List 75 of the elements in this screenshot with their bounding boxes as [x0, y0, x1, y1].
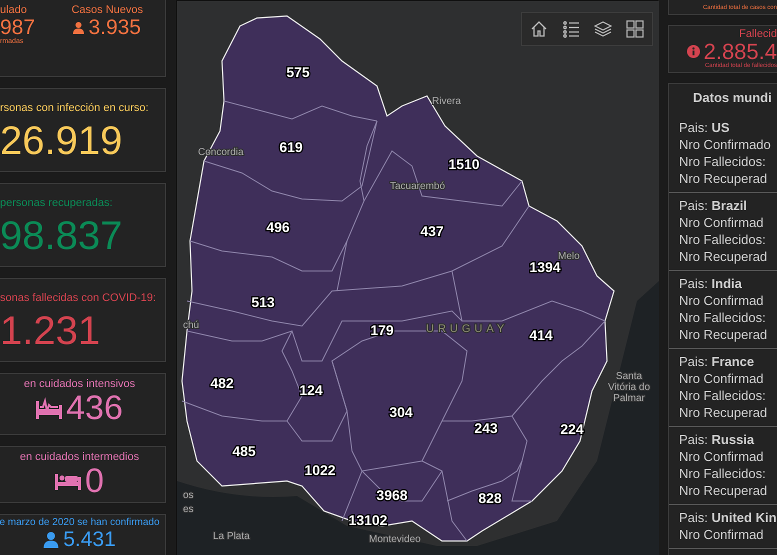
person-icon	[73, 22, 84, 34]
stat-line: Nro Confirmad	[679, 292, 765, 310]
case-count-label: 482	[210, 375, 234, 391]
country-name: Pais: Brazil	[679, 197, 748, 214]
stat-line: Nro Recuperad	[679, 248, 768, 266]
case-count-label: 575	[286, 64, 310, 80]
stat-line: Nro Recuperad	[679, 326, 768, 344]
stat-title: Fallecid	[739, 28, 777, 40]
home-icon[interactable]	[530, 20, 548, 38]
stat-line: Nro Confirmad	[679, 214, 765, 232]
bed-icon	[55, 472, 82, 490]
case-count-label: 437	[420, 223, 444, 239]
place-label: os	[183, 490, 194, 501]
stat-line: Nro Fallecidos:	[679, 153, 767, 170]
stat-title: en cuidados intermedios	[20, 450, 140, 464]
place-label: Melo	[558, 251, 580, 262]
case-count-label: 1022	[304, 462, 336, 478]
country-name: Pais: US	[679, 119, 731, 136]
info-icon	[686, 45, 700, 58]
stat-line: Nro Confirmad	[679, 448, 765, 466]
case-count-label: 513	[251, 294, 275, 310]
stat-title: rsonas con infección en curso:	[0, 101, 150, 116]
stat-title: e marzo de 2020 se han confirmado	[0, 516, 160, 529]
place-label: es	[183, 504, 194, 515]
place-label: Santa Vitória do Palmar	[608, 371, 650, 404]
stat-title: ulado	[0, 3, 28, 18]
stat-value: 5.431	[63, 529, 116, 550]
country-name: Pais: India	[679, 275, 743, 292]
case-count-label: 1394	[529, 259, 561, 275]
place-label: Montevideo	[369, 534, 421, 545]
country-name: Pais: Russia	[679, 431, 756, 448]
place-label: Rivera	[432, 96, 461, 107]
country-name: Pais: France	[679, 353, 756, 370]
stat-value: 1.231	[0, 311, 102, 352]
case-count-label: 619	[279, 139, 303, 155]
place-label: La Plata	[213, 531, 250, 542]
stat-value: 98.837	[0, 216, 124, 256]
stat-line: Nro Confirmad	[679, 526, 765, 544]
stat-line: Nro Recuperad	[679, 170, 768, 188]
stat-line: Nro Fallecidos:	[679, 231, 767, 248]
person-icon	[43, 532, 60, 548]
stat-line: Nro Recuperad	[679, 404, 768, 422]
case-count-label: 828	[478, 490, 502, 506]
panel-title: Datos mundi	[692, 90, 773, 106]
case-count-label: 485	[232, 443, 256, 459]
case-count-label: 179	[370, 322, 394, 338]
stat-line: Nro Fallecidos:	[679, 387, 767, 404]
case-count-label: 124	[299, 382, 323, 398]
stat-line: Nro Fallecidos:	[679, 309, 767, 326]
stat-value: 436	[66, 391, 123, 426]
grid-icon[interactable]	[626, 20, 644, 38]
stat-line: Nro Fallecidos:	[679, 465, 767, 482]
stat-line: Nro Recuperad	[679, 482, 768, 500]
stat-title: en cuidados intensivos	[24, 377, 136, 392]
stat-line: Nro Confirmado	[679, 136, 772, 154]
stat-value: 3.935	[88, 17, 141, 38]
stat-value: 26.919	[0, 121, 124, 162]
case-count-label: 3968	[376, 487, 408, 503]
stat-value: 987	[0, 17, 36, 38]
stat-title: personas recuperadas:	[0, 196, 114, 210]
case-count-label: 1510	[448, 156, 480, 172]
stat-value: 2.885.4	[704, 40, 777, 64]
place-label: URUGUAY	[426, 323, 508, 335]
country-name: Pais: United Kin	[679, 509, 777, 526]
stat-line: Nro Confirmad	[679, 370, 765, 388]
stat-title: sonas fallecidas con COVID-19:	[0, 291, 157, 306]
stat-value: 0	[85, 464, 104, 498]
stat-title: Casos Nuevos	[71, 3, 143, 18]
hospital-bed-icon	[36, 397, 62, 420]
case-count-label: 243	[474, 420, 498, 436]
case-count-label: 496	[266, 219, 290, 235]
list-icon[interactable]	[562, 20, 580, 38]
case-count-label: 304	[389, 404, 413, 420]
case-count-label: 414	[529, 327, 553, 343]
layers-icon[interactable]	[594, 20, 612, 38]
